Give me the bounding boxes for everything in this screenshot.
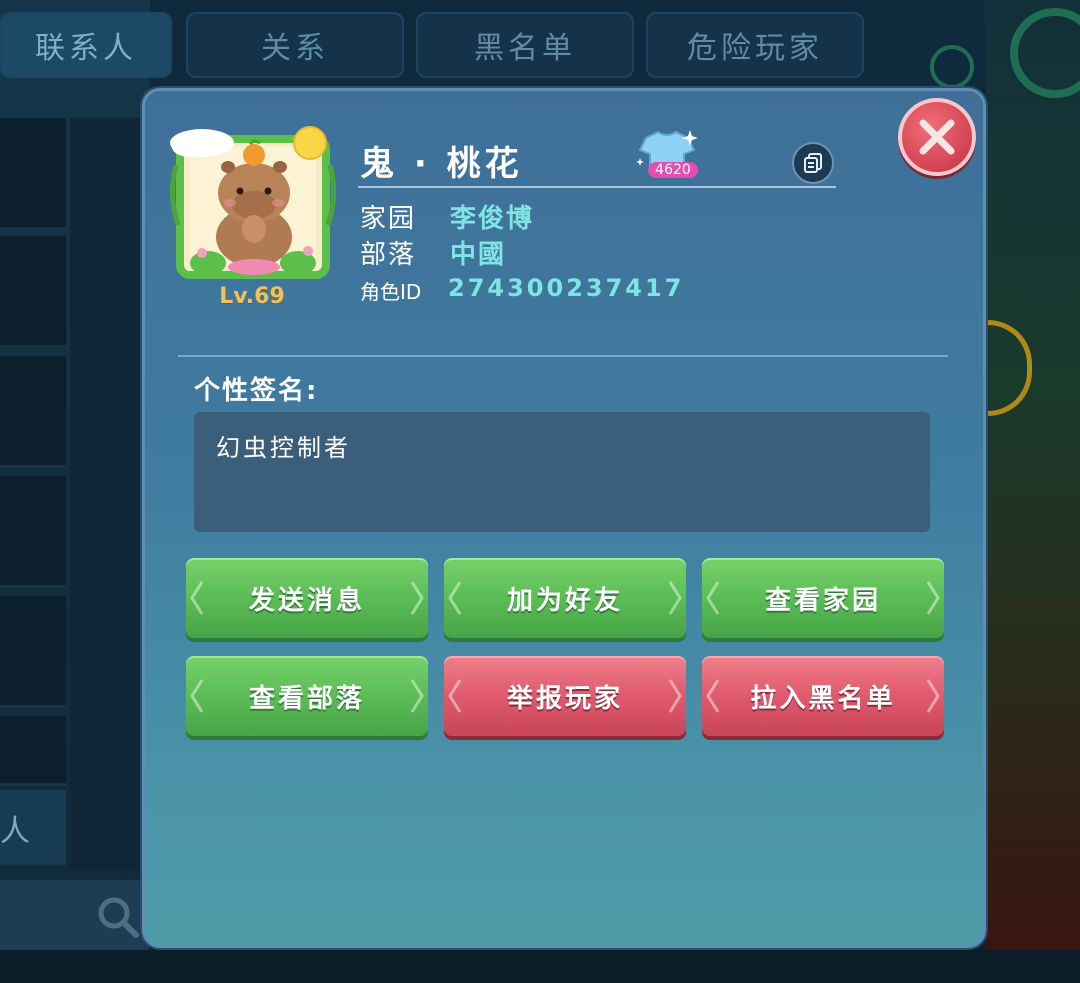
player-name: 鬼 · 桃花: [360, 144, 523, 184]
signature-title: 个性签名:: [194, 376, 319, 406]
blacklist-button[interactable]: 拉入黑名单: [702, 656, 944, 736]
view-tribe-label: 查看部落: [248, 683, 365, 714]
view-home-button[interactable]: 查看家园: [702, 558, 944, 638]
tab-contacts[interactable]: 联系人: [0, 12, 172, 78]
outfit-score-badge: 4620: [648, 162, 698, 178]
add-friend-label: 加为好友: [506, 585, 623, 616]
chevron-right-icon: [410, 679, 424, 713]
chevron-left-icon: [706, 581, 720, 615]
chevron-left-icon: [190, 581, 204, 615]
chevron-left-icon: [448, 581, 462, 615]
home-label: 家园: [360, 204, 417, 234]
player-level: Lv.69: [219, 284, 285, 309]
home-value[interactable]: 李俊博: [450, 198, 534, 235]
report-player-button[interactable]: 举报玩家: [444, 656, 686, 736]
contact-slot[interactable]: [0, 236, 66, 348]
chevron-right-icon: [668, 679, 682, 713]
role-id-label: 角色ID: [360, 280, 422, 304]
contact-list-column: [70, 118, 142, 868]
report-player-label: 举报玩家: [506, 683, 623, 714]
background-bottom-bar: [0, 950, 1080, 983]
background-right-panel: [985, 0, 1080, 983]
tribe-value[interactable]: 中國: [450, 234, 506, 271]
chevron-left-icon: [190, 679, 204, 713]
contact-slot[interactable]: [0, 596, 66, 708]
chevron-right-icon: [926, 679, 940, 713]
blacklist-label: 拉入黑名单: [750, 683, 896, 714]
role-id-value: 274300237417: [448, 274, 685, 302]
chevron-right-icon: [668, 581, 682, 615]
capybara-avatar[interactable]: [168, 125, 336, 285]
contact-slot[interactable]: [0, 476, 66, 588]
search-icon[interactable]: [96, 895, 140, 939]
side-tab-label[interactable]: 人: [0, 790, 66, 865]
tab-dangerous-players[interactable]: 危险玩家: [646, 12, 864, 78]
signature-text: 幻虫控制者: [216, 434, 351, 462]
contact-slot[interactable]: [0, 356, 66, 468]
chevron-left-icon: [706, 679, 720, 713]
view-tribe-button[interactable]: 查看部落: [186, 656, 428, 736]
tab-relations[interactable]: 关系: [186, 12, 404, 78]
close-button[interactable]: [898, 98, 976, 176]
tab-blacklist[interactable]: 黑名单: [416, 12, 634, 78]
copy-icon: [804, 153, 822, 173]
contact-slot[interactable]: [0, 118, 66, 230]
background-signal-decoration: [930, 45, 974, 89]
name-divider: [358, 186, 836, 188]
close-icon: [919, 119, 955, 155]
view-home-label: 查看家园: [764, 585, 881, 616]
chevron-left-icon: [448, 679, 462, 713]
copy-button[interactable]: [792, 142, 834, 184]
send-message-button[interactable]: 发送消息: [186, 558, 428, 638]
contact-slot[interactable]: [0, 716, 66, 786]
send-message-label: 发送消息: [248, 585, 365, 616]
tribe-label: 部落: [360, 240, 417, 270]
section-divider: [178, 355, 948, 357]
add-friend-button[interactable]: 加为好友: [444, 558, 686, 638]
chevron-right-icon: [410, 581, 424, 615]
chevron-right-icon: [926, 581, 940, 615]
